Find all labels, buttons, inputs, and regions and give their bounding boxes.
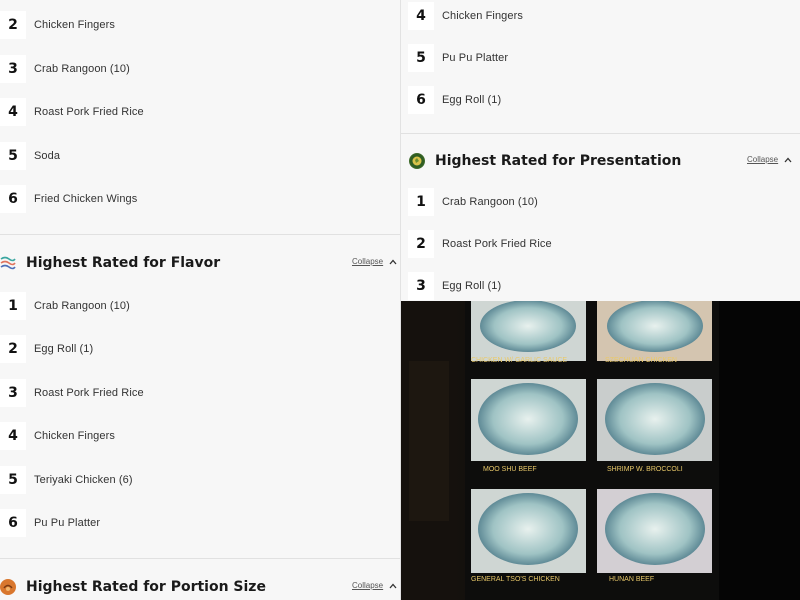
collapse-label: Collapse: [747, 155, 779, 164]
item-label: Fried Chicken Wings: [34, 193, 138, 205]
item-label: Chicken Fingers: [442, 10, 523, 22]
menu-label: SHRIMP W. BROCCOLI: [607, 466, 683, 473]
rank-badge: 1: [0, 292, 26, 320]
collapse-label: Collapse: [352, 257, 384, 266]
flavor-icon: [0, 255, 16, 271]
collapse-portion-button[interactable]: Collapse: [352, 581, 397, 590]
rank-badge: 2: [0, 11, 26, 39]
section-title: Highest Rated for Flavor: [26, 255, 221, 271]
list-item[interactable]: 2 Chicken Fingers: [0, 10, 400, 40]
list-item[interactable]: 3 Egg Roll (1): [408, 271, 800, 301]
section-divider: [401, 133, 800, 134]
item-label: Egg Roll (1): [442, 280, 502, 292]
rank-badge: 1: [408, 188, 434, 216]
menu-label: CHICKEN W/ GARLIC SAUCE: [471, 357, 568, 364]
section-divider: [0, 234, 400, 235]
item-label: Crab Rangoon (10): [442, 196, 538, 208]
menu-label: HUNAN BEEF: [609, 576, 655, 583]
item-label: Teriyaki Chicken (6): [34, 474, 133, 486]
section-divider: [0, 558, 400, 559]
rank-badge: 6: [0, 185, 26, 213]
item-label: Soda: [34, 150, 61, 162]
rank-badge: 5: [0, 466, 26, 494]
menu-label: SZECHUAN CHICKEN: [605, 357, 677, 364]
collapse-flavor-button[interactable]: Collapse: [352, 257, 397, 266]
item-label: Roast Pork Fried Rice: [34, 387, 144, 399]
chevron-up-icon: [784, 157, 792, 162]
menu-label: MOO SHU BEEF: [483, 466, 537, 473]
rank-badge: 2: [0, 335, 26, 363]
list-item[interactable]: 6 Pu Pu Platter: [0, 508, 400, 538]
rank-badge: 5: [0, 142, 26, 170]
restaurant-menu-photo: CHICKEN W/ GARLIC SAUCE SZECHUAN CHICKEN…: [401, 301, 800, 600]
portion-icon: [0, 579, 16, 595]
list-item[interactable]: 4 Roast Pork Fried Rice: [0, 97, 400, 127]
chevron-up-icon: [389, 583, 397, 588]
item-label: Crab Rangoon (10): [34, 300, 130, 312]
item-label: Roast Pork Fried Rice: [34, 106, 144, 118]
section-title: Highest Rated for Portion Size: [26, 579, 266, 595]
item-label: Egg Roll (1): [34, 343, 94, 355]
rank-badge: 3: [0, 55, 26, 83]
menu-label: GENERAL TSO'S CHICKEN: [471, 576, 560, 583]
list-item[interactable]: 5 Teriyaki Chicken (6): [0, 465, 400, 495]
section-title: Highest Rated for Presentation: [435, 153, 682, 169]
list-item[interactable]: 6 Egg Roll (1): [408, 85, 800, 115]
list-item[interactable]: 3 Crab Rangoon (10): [0, 54, 400, 84]
rank-badge: 4: [408, 2, 434, 30]
rank-badge: 5: [408, 44, 434, 72]
chevron-up-icon: [389, 259, 397, 264]
rank-badge: 6: [0, 509, 26, 537]
list-item[interactable]: 5 Soda: [0, 141, 400, 171]
list-item[interactable]: 1 Crab Rangoon (10): [0, 291, 400, 321]
rank-badge: 4: [0, 98, 26, 126]
item-label: Chicken Fingers: [34, 19, 115, 31]
rank-badge: 4: [0, 422, 26, 450]
item-label: Roast Pork Fried Rice: [442, 238, 552, 250]
presentation-icon: [409, 153, 425, 169]
list-item[interactable]: 4 Chicken Fingers: [408, 1, 800, 31]
collapse-presentation-button[interactable]: Collapse: [747, 155, 792, 164]
list-item[interactable]: 1 Crab Rangoon (10): [408, 187, 800, 217]
list-item[interactable]: 4 Chicken Fingers: [0, 421, 400, 451]
menu-board-image: [401, 301, 800, 600]
section-header-portion: Highest Rated for Portion Size: [0, 573, 400, 600]
list-item[interactable]: 2 Roast Pork Fried Rice: [408, 229, 800, 259]
list-item[interactable]: 6 Fried Chicken Wings: [0, 184, 400, 214]
item-label: Crab Rangoon (10): [34, 63, 130, 75]
rank-badge: 6: [408, 86, 434, 114]
item-label: Egg Roll (1): [442, 94, 502, 106]
rank-badge: 3: [0, 379, 26, 407]
rank-badge: 2: [408, 230, 434, 258]
rank-badge: 3: [408, 272, 434, 300]
item-label: Pu Pu Platter: [34, 517, 101, 529]
section-header-presentation: Highest Rated for Presentation: [409, 147, 800, 175]
collapse-label: Collapse: [352, 581, 384, 590]
list-item[interactable]: 3 Roast Pork Fried Rice: [0, 378, 400, 408]
list-item[interactable]: 5 Pu Pu Platter: [408, 43, 800, 73]
item-label: Chicken Fingers: [34, 430, 115, 442]
left-column: 2 Chicken Fingers 3 Crab Rangoon (10) 4 …: [0, 0, 400, 600]
item-label: Pu Pu Platter: [442, 52, 509, 64]
list-item[interactable]: 2 Egg Roll (1): [0, 334, 400, 364]
section-header-flavor: Highest Rated for Flavor: [0, 249, 400, 277]
